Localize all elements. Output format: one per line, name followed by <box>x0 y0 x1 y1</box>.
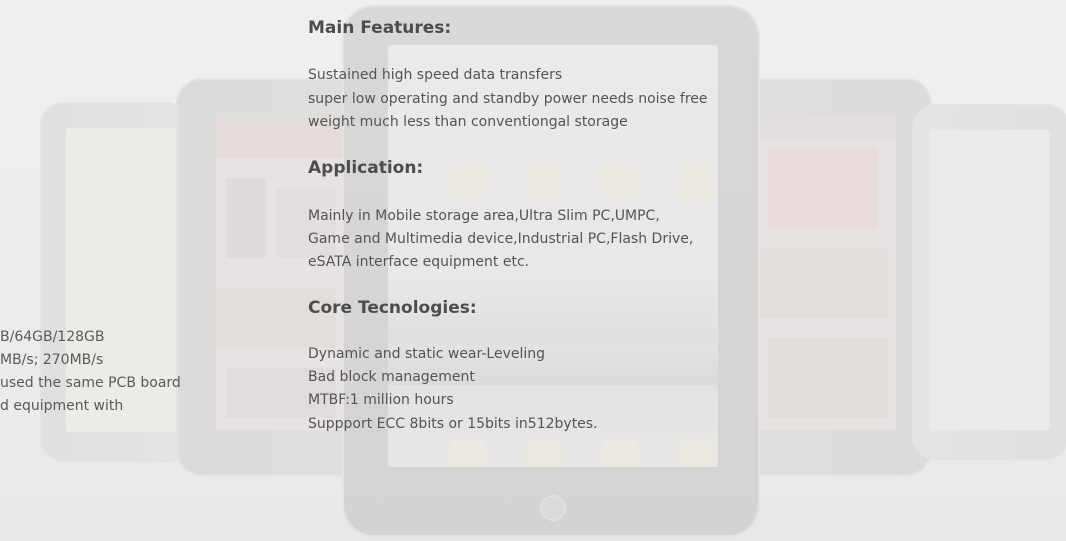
feature-line: Sustained high speed data transfers <box>308 67 563 83</box>
left-spec-line: d equipment with <box>0 398 124 414</box>
core-technologies-heading: Core Tecnologies: <box>308 298 477 318</box>
technology-line: Dynamic and static wear-Leveling <box>308 346 546 362</box>
technology-line: Bad block management <box>308 369 475 385</box>
technology-line: Suppport ECC 8bits or 15bits in512bytes. <box>308 416 598 432</box>
technology-line: MTBF:1 million hours <box>308 392 454 408</box>
main-features-heading: Main Features: <box>308 18 452 38</box>
promo-banner: B/64GB/128GB MB/s; 270MB/s used the same… <box>0 0 1066 541</box>
application-line: Game and Multimedia device,Industrial PC… <box>308 231 694 247</box>
application-heading: Application: <box>308 158 424 178</box>
left-spec-line: used the same PCB board <box>0 375 181 391</box>
feature-line: weight much less than conventiongal stor… <box>308 114 628 130</box>
left-spec-line: MB/s; 270MB/s <box>0 352 104 368</box>
application-line: eSATA interface equipment etc. <box>308 254 530 270</box>
feature-line: super low operating and standby power ne… <box>308 91 708 107</box>
application-line: Mainly in Mobile storage area,Ultra Slim… <box>308 208 660 224</box>
left-spec-line: B/64GB/128GB <box>0 329 105 345</box>
